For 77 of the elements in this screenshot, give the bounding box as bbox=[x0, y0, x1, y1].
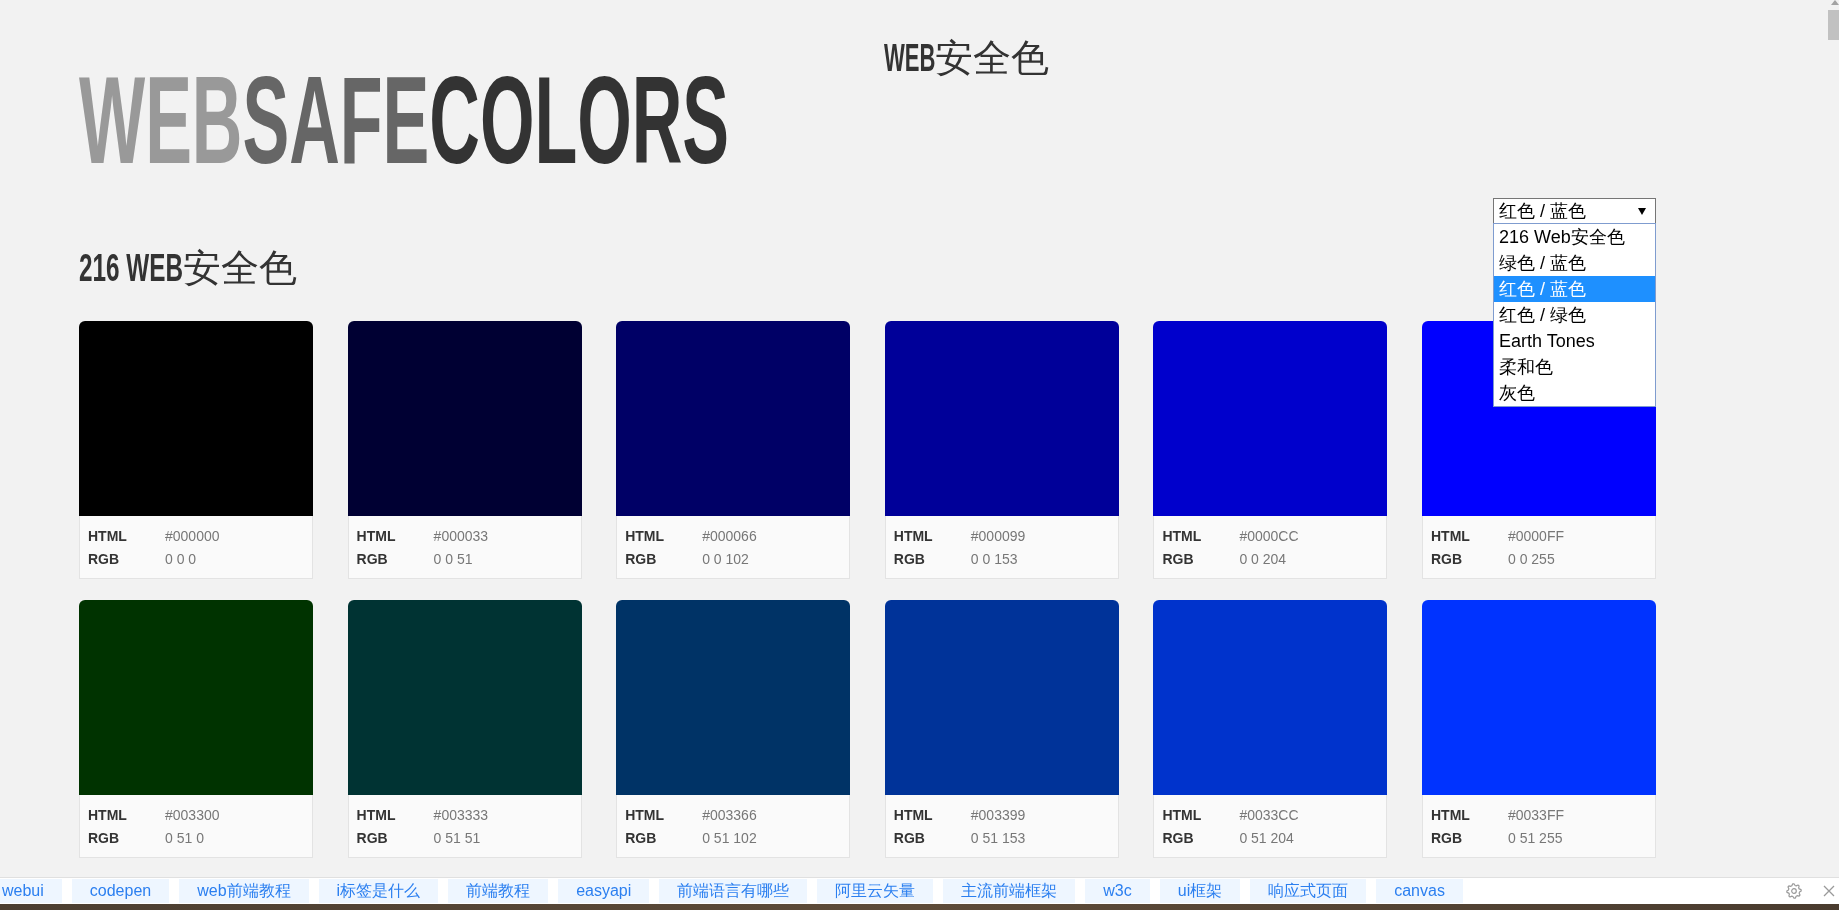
dropdown-option[interactable]: 灰色 bbox=[1494, 380, 1655, 406]
tag-link[interactable]: webui bbox=[0, 879, 62, 903]
scroll-up-arrow-icon[interactable] bbox=[1831, 0, 1839, 5]
scrollbar-thumb[interactable] bbox=[1828, 10, 1839, 40]
html-label: HTML bbox=[1430, 527, 1470, 544]
html-label: HTML bbox=[1430, 806, 1470, 823]
rgb-label: RGB bbox=[356, 550, 388, 567]
rgb-label: RGB bbox=[88, 829, 120, 846]
html-value: #0000CC bbox=[1239, 527, 1299, 544]
tag-link[interactable]: w3c bbox=[1085, 879, 1150, 903]
rgb-label: RGB bbox=[1430, 550, 1463, 567]
html-label: HTML bbox=[893, 806, 933, 823]
rgb-value: 0 0 0 bbox=[165, 550, 197, 567]
site-title: WEB安全色 bbox=[884, 36, 1050, 80]
html-value: #000000 bbox=[165, 527, 220, 544]
rgb-label: RGB bbox=[893, 829, 925, 846]
close-icon[interactable] bbox=[1823, 885, 1835, 897]
html-label: HTML bbox=[893, 527, 933, 544]
tag-link[interactable]: 主流前端框架 bbox=[943, 879, 1076, 903]
tag-link[interactable]: 前端教程 bbox=[448, 879, 549, 903]
html-value: #000099 bbox=[970, 527, 1026, 544]
html-value: #003333 bbox=[433, 806, 489, 823]
html-label: HTML bbox=[88, 527, 127, 544]
rgb-value: 0 0 153 bbox=[970, 550, 1018, 567]
html-label: HTML bbox=[625, 527, 665, 544]
dropdown-option[interactable]: 红色 / 蓝色 bbox=[1494, 276, 1655, 302]
tag-link[interactable]: ui框架 bbox=[1159, 879, 1241, 903]
html-value: #003300 bbox=[165, 806, 220, 823]
dropdown-option[interactable]: 绿色 / 蓝色 bbox=[1494, 250, 1655, 276]
caret-icon bbox=[1638, 207, 1646, 215]
rgb-label: RGB bbox=[356, 829, 388, 846]
html-label: HTML bbox=[625, 806, 665, 823]
rgb-value: 0 0 255 bbox=[1507, 550, 1555, 567]
dropdown-option[interactable]: 柔和色 bbox=[1494, 354, 1655, 380]
rgb-value: 0 0 204 bbox=[1239, 550, 1287, 567]
rgb-label: RGB bbox=[1162, 829, 1194, 846]
settings-icon[interactable] bbox=[1786, 883, 1802, 899]
html-value: #000066 bbox=[702, 527, 757, 544]
html-label: HTML bbox=[1162, 806, 1202, 823]
html-value: #0033FF bbox=[1507, 806, 1564, 823]
html-value: #0000FF bbox=[1507, 527, 1564, 544]
rgb-value: 0 51 51 bbox=[433, 829, 481, 846]
html-label: HTML bbox=[1162, 527, 1202, 544]
rgb-label: RGB bbox=[88, 550, 120, 567]
tag-link[interactable]: 阿里云矢量 bbox=[817, 879, 934, 903]
rgb-label: RGB bbox=[1430, 829, 1463, 846]
logo-text: WEBSAFECOLORS bbox=[79, 74, 729, 167]
rgb-value: 0 51 255 bbox=[1507, 829, 1563, 846]
rgb-value: 0 0 51 bbox=[433, 550, 473, 567]
tag-link[interactable]: web前端教程 bbox=[179, 879, 309, 903]
rgb-value: 0 51 204 bbox=[1239, 829, 1294, 846]
dropdown-option[interactable]: 216 Web安全色 bbox=[1494, 224, 1655, 250]
tag-link[interactable]: 响应式页面 bbox=[1250, 879, 1367, 903]
html-value: #003366 bbox=[702, 806, 757, 823]
tag-link[interactable]: 前端语言有哪些 bbox=[659, 879, 808, 903]
dropdown-option[interactable]: Earth Tones bbox=[1494, 328, 1655, 354]
rgb-value: 0 51 0 bbox=[165, 829, 204, 846]
html-label: HTML bbox=[356, 806, 396, 823]
dropdown-option[interactable]: 红色 / 绿色 bbox=[1494, 302, 1655, 328]
section-heading: 216 WEB安全色 bbox=[79, 246, 297, 290]
dropdown-select[interactable]: 红色 / 蓝色 bbox=[1493, 198, 1656, 224]
html-value: #000033 bbox=[433, 527, 489, 544]
tag-link[interactable]: i标签是什么 bbox=[318, 879, 439, 903]
rgb-label: RGB bbox=[1162, 550, 1194, 567]
rgb-label: RGB bbox=[625, 829, 657, 846]
tag-link[interactable]: canvas bbox=[1376, 879, 1463, 903]
html-value: #0033CC bbox=[1239, 806, 1299, 823]
html-value: #003399 bbox=[970, 806, 1026, 823]
rgb-label: RGB bbox=[893, 550, 925, 567]
rgb-value: 0 0 102 bbox=[702, 550, 749, 567]
rgb-value: 0 51 102 bbox=[702, 829, 757, 846]
tag-link[interactable]: codepen bbox=[71, 879, 170, 903]
html-label: HTML bbox=[88, 806, 127, 823]
rgb-value: 0 51 153 bbox=[970, 829, 1026, 846]
rgb-label: RGB bbox=[625, 550, 657, 567]
html-label: HTML bbox=[356, 527, 396, 544]
tag-link[interactable]: easyapi bbox=[558, 879, 650, 903]
